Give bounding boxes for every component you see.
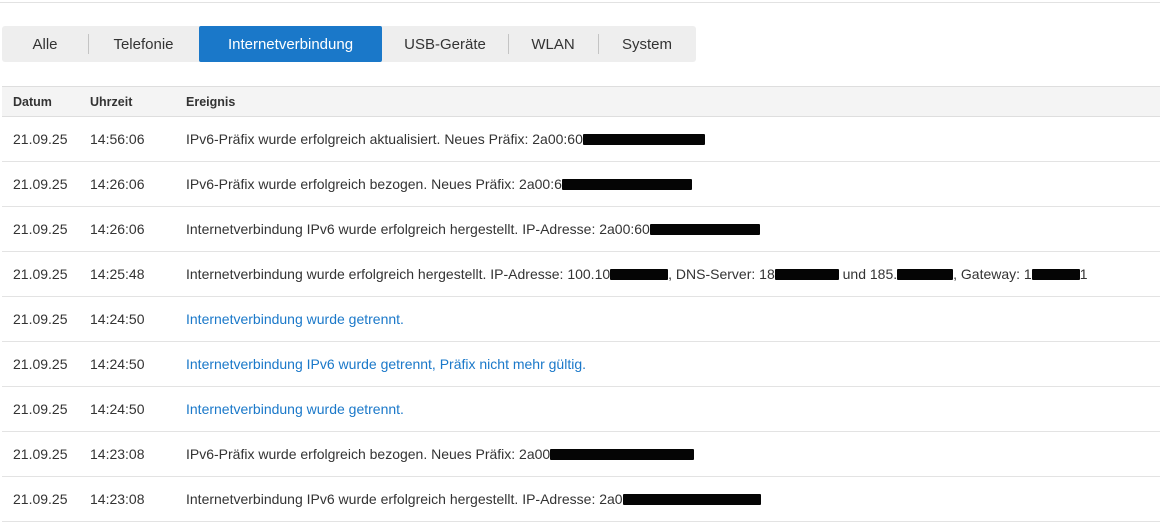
table-row: 21.09.25 14:23:08 Internetverbindung IPv… (2, 477, 1160, 522)
row-date: 21.09.25 (13, 131, 68, 147)
tab-wlan[interactable]: WLAN (508, 26, 598, 62)
redaction-bar (561, 179, 692, 190)
row-event: IPv6-Präfix wurde erfolgreich bezogen. N… (186, 446, 1160, 462)
table-row: 21.09.25 14:24:50 Internetverbindung wur… (2, 297, 1160, 342)
row-event-link[interactable]: Internetverbindung wurde getrennt. (186, 311, 1160, 327)
event-text: IPv6-Präfix wurde erfolgreich bezogen. N… (186, 176, 562, 192)
redaction-bar (1031, 269, 1080, 280)
event-text: IPv6-Präfix wurde erfolgreich aktualisie… (186, 131, 583, 147)
row-date: 21.09.25 (13, 266, 68, 282)
event-text-dns: , DNS-Server: 18 (668, 266, 775, 282)
event-text: Internetverbindung wurde erfolgreich her… (186, 266, 611, 282)
row-event: IPv6-Präfix wurde erfolgreich bezogen. N… (186, 176, 1160, 192)
row-date: 21.09.25 (13, 491, 68, 507)
event-text: IPv6-Präfix wurde erfolgreich bezogen. N… (186, 446, 551, 462)
event-text: Internetverbindung IPv6 wurde erfolgreic… (186, 491, 623, 507)
row-event: Internetverbindung IPv6 wurde erfolgreic… (186, 221, 1160, 237)
row-time: 14:24:50 (90, 311, 145, 327)
table-row: 21.09.25 14:24:50 Internetverbindung wur… (2, 387, 1160, 432)
row-time: 14:26:06 (90, 176, 145, 192)
row-event: Internetverbindung IPv6 wurde erfolgreic… (186, 491, 1160, 507)
row-date: 21.09.25 (13, 176, 68, 192)
redaction-bar (649, 224, 760, 235)
column-header-date[interactable]: Datum (2, 95, 90, 109)
table-row: 21.09.25 14:23:08 IPv6-Präfix wurde erfo… (2, 432, 1160, 477)
row-event-link[interactable]: Internetverbindung wurde getrennt. (186, 401, 1160, 417)
table-row: 21.09.25 14:26:06 Internetverbindung IPv… (2, 207, 1160, 252)
table-header: Datum Uhrzeit Ereignis (2, 87, 1160, 117)
column-header-time[interactable]: Uhrzeit (90, 95, 186, 109)
table-row: 21.09.25 14:25:48 Internetverbindung wur… (2, 252, 1160, 297)
column-header-event[interactable]: Ereignis (186, 95, 1160, 109)
row-time: 14:56:06 (90, 131, 145, 147)
redaction-bar (774, 269, 839, 280)
redaction-bar (550, 449, 695, 460)
row-time: 14:23:08 (90, 446, 145, 462)
row-time: 14:23:08 (90, 491, 145, 507)
row-date: 21.09.25 (13, 356, 68, 372)
row-time: 14:26:06 (90, 221, 145, 237)
row-date: 21.09.25 (13, 311, 68, 327)
row-date: 21.09.25 (13, 446, 68, 462)
redaction-bar (897, 269, 954, 280)
row-date: 21.09.25 (13, 221, 68, 237)
table-row: 21.09.25 14:26:06 IPv6-Präfix wurde erfo… (2, 162, 1160, 207)
tab-system[interactable]: System (598, 26, 696, 62)
event-text-dns-2: und 185. (838, 266, 898, 282)
tab-alle[interactable]: Alle (2, 26, 88, 62)
redaction-bar (582, 134, 705, 145)
event-text-gateway: , Gateway: 1 (953, 266, 1032, 282)
top-divider (0, 2, 1160, 3)
log-filter-tabs: Alle Telefonie Internetverbindung USB-Ge… (2, 26, 696, 62)
row-time: 14:25:48 (90, 266, 145, 282)
tab-telefonie[interactable]: Telefonie (88, 26, 199, 62)
row-event: Internetverbindung wurde erfolgreich her… (186, 266, 1160, 282)
redaction-bar (622, 494, 761, 505)
table-row: 21.09.25 14:56:06 IPv6-Präfix wurde erfo… (2, 117, 1160, 162)
event-log-table: Datum Uhrzeit Ereignis 21.09.25 14:56:06… (2, 86, 1160, 522)
row-time: 14:24:50 (90, 401, 145, 417)
row-event-link[interactable]: Internetverbindung IPv6 wurde getrennt, … (186, 356, 1160, 372)
row-event: IPv6-Präfix wurde erfolgreich aktualisie… (186, 131, 1160, 147)
table-row: 21.09.25 14:24:50 Internetverbindung IPv… (2, 342, 1160, 387)
tab-usb-geraete[interactable]: USB-Geräte (382, 26, 508, 62)
event-text-gateway-end: 1 (1079, 266, 1088, 282)
redaction-bar (610, 269, 669, 280)
row-time: 14:24:50 (90, 356, 145, 372)
event-text: Internetverbindung IPv6 wurde erfolgreic… (186, 221, 650, 237)
row-date: 21.09.25 (13, 401, 68, 417)
tab-internetverbindung[interactable]: Internetverbindung (199, 26, 382, 62)
